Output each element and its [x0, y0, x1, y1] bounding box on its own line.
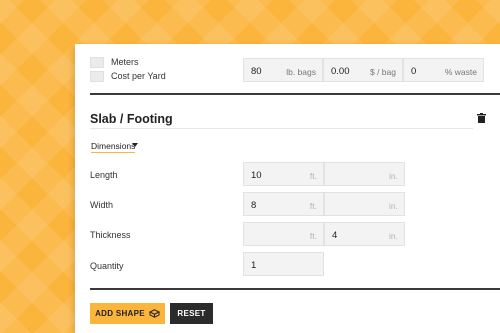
quantity-value: 1 — [251, 260, 257, 271]
waste-field[interactable]: 0 % waste — [403, 58, 484, 82]
cost-per-yard-checkbox[interactable] — [90, 70, 104, 82]
meters-option[interactable]: Meters — [90, 56, 139, 68]
section-divider-bottom — [90, 288, 500, 290]
add-shape-button[interactable]: ADD SHAPE — [90, 303, 165, 324]
width-ft-field[interactable]: 8 ft. — [243, 192, 324, 216]
width-label: Width — [90, 200, 114, 210]
meters-label: Meters — [111, 57, 139, 67]
thickness-in-field[interactable]: 4 in. — [324, 222, 405, 246]
waste-unit: % waste — [444, 67, 477, 77]
cost-per-yard-label: Cost per Yard — [111, 71, 166, 81]
width-ft-unit: ft. — [309, 201, 317, 211]
thickness-ft-unit: ft. — [309, 231, 317, 241]
thickness-in-unit: in. — [389, 231, 398, 241]
length-in-field[interactable]: in. — [324, 162, 405, 186]
width-in-field[interactable]: in. — [324, 192, 405, 216]
shape-title-underline — [90, 128, 473, 129]
add-shape-label: ADD SHAPE — [95, 309, 145, 318]
waste-value: 0 — [411, 66, 417, 77]
width-in-unit: in. — [389, 201, 398, 211]
length-ft-value: 10 — [251, 170, 262, 181]
width-ft-value: 8 — [251, 200, 257, 211]
thickness-label: Thickness — [90, 230, 131, 240]
thickness-ft-field[interactable]: ft. — [243, 222, 324, 246]
cost-per-bag-unit: $ / bag — [370, 67, 396, 77]
length-label: Length — [90, 170, 118, 180]
shape-cube-icon — [148, 309, 160, 318]
bag-weight-value: 80 — [251, 66, 262, 77]
caret-down-icon[interactable] — [132, 143, 138, 147]
calculator-card: Meters Cost per Yard 80 lb. bags 0.00 $ … — [75, 44, 500, 333]
length-ft-unit: ft. — [309, 171, 317, 181]
shape-title: Slab / Footing — [90, 112, 173, 126]
trash-icon[interactable] — [477, 113, 486, 123]
cost-per-bag-value: 0.00 — [331, 66, 350, 77]
cost-per-yard-option[interactable]: Cost per Yard — [90, 70, 166, 82]
quantity-field[interactable]: 1 — [243, 252, 324, 276]
length-ft-field[interactable]: 10 ft. — [243, 162, 324, 186]
meters-checkbox[interactable] — [90, 56, 104, 68]
reset-button[interactable]: RESET — [170, 303, 213, 324]
dimensions-dropdown[interactable]: Dimensions — [91, 141, 136, 153]
section-divider-top — [90, 93, 500, 95]
thickness-in-value: 4 — [332, 230, 338, 241]
bag-weight-unit: lb. bags — [286, 67, 316, 77]
quantity-label: Quantity — [90, 261, 124, 271]
cost-per-bag-field[interactable]: 0.00 $ / bag — [323, 58, 403, 82]
length-in-unit: in. — [389, 171, 398, 181]
reset-label: RESET — [177, 309, 206, 318]
bag-weight-field[interactable]: 80 lb. bags — [243, 58, 323, 82]
